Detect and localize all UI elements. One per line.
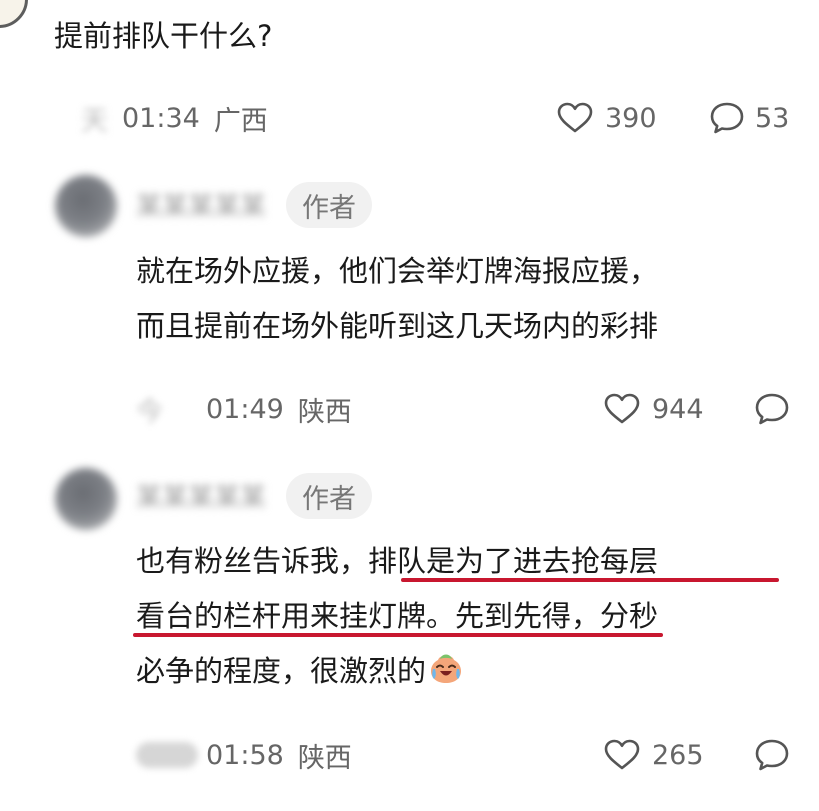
- username-blurred[interactable]: 某某某某某: [136, 182, 274, 226]
- like-count: 390: [605, 102, 657, 134]
- comment-time: 01:34: [122, 102, 200, 134]
- reply-button[interactable]: [754, 735, 790, 775]
- heart-icon: [557, 102, 593, 134]
- reply-line: 必争的程度，很激烈的: [136, 644, 658, 703]
- question-text: 提前排队干什么?: [54, 19, 273, 53]
- reply-segment: 必争的程度，很激烈的: [136, 654, 427, 688]
- avatar[interactable]: [55, 468, 117, 530]
- like-button[interactable]: 944: [604, 389, 704, 429]
- like-button[interactable]: 265: [604, 735, 704, 775]
- comment-time: 01:49: [206, 393, 284, 425]
- question-meta: 今天 01:34 广西 390 53: [0, 98, 819, 138]
- reply-button[interactable]: 53: [709, 98, 789, 138]
- reply-line: 就在场外应援，他们会举灯牌海报应援，: [136, 254, 659, 288]
- blurred-date: 今天: [81, 105, 108, 137]
- comment-bubble-icon: [754, 392, 790, 426]
- reply-meta: 今 01:49 陕西 944: [0, 389, 819, 429]
- like-button[interactable]: 390: [557, 98, 657, 138]
- heart-icon: [604, 739, 640, 771]
- blurred-date: [136, 742, 198, 768]
- highlighted-segment: 排队是为了进去抢每层: [368, 544, 659, 578]
- cropped-avatar-edge: [0, 0, 28, 28]
- comment-location: 陕西: [297, 742, 352, 774]
- like-count: 265: [652, 739, 704, 771]
- crying-laughing-face-icon: [428, 648, 464, 703]
- comment-bubble-icon: [754, 738, 790, 772]
- highlight-underline: [401, 578, 779, 582]
- reply-button[interactable]: [754, 389, 790, 429]
- username-blurred[interactable]: 某某某某某: [136, 473, 274, 517]
- author-badge: 作者: [286, 182, 372, 228]
- comment-location: 陕西: [297, 396, 352, 428]
- reply-segment: 也有粉丝告诉我，: [136, 544, 369, 578]
- author-badge: 作者: [286, 473, 372, 519]
- reply-meta: 01:58 陕西 265: [0, 735, 819, 775]
- reply-segment: ，分秒: [571, 599, 659, 633]
- avatar[interactable]: [55, 175, 117, 237]
- reply-text: 就在场外应援，他们会举灯牌海报应援， 而且提前在场外能听到这几天场内的彩排: [136, 244, 658, 354]
- comment-time: 01:58: [206, 739, 284, 771]
- heart-icon: [604, 393, 640, 425]
- reply-line: 而且提前在场外能听到这几天场内的彩排: [136, 309, 659, 343]
- highlighted-segment: 看台的栏杆用来挂灯牌。先到先得: [136, 599, 572, 633]
- comment-bubble-icon: [709, 101, 745, 135]
- blurred-date: 今: [136, 396, 163, 428]
- reply-count: 53: [755, 102, 790, 134]
- highlight-underline: [133, 633, 663, 637]
- like-count: 944: [652, 393, 704, 425]
- reply-text: 也有粉丝告诉我，排队是为了进去抢每层 看台的栏杆用来挂灯牌。先到先得，分秒 必争…: [136, 534, 658, 703]
- comment-location: 广西: [213, 105, 268, 137]
